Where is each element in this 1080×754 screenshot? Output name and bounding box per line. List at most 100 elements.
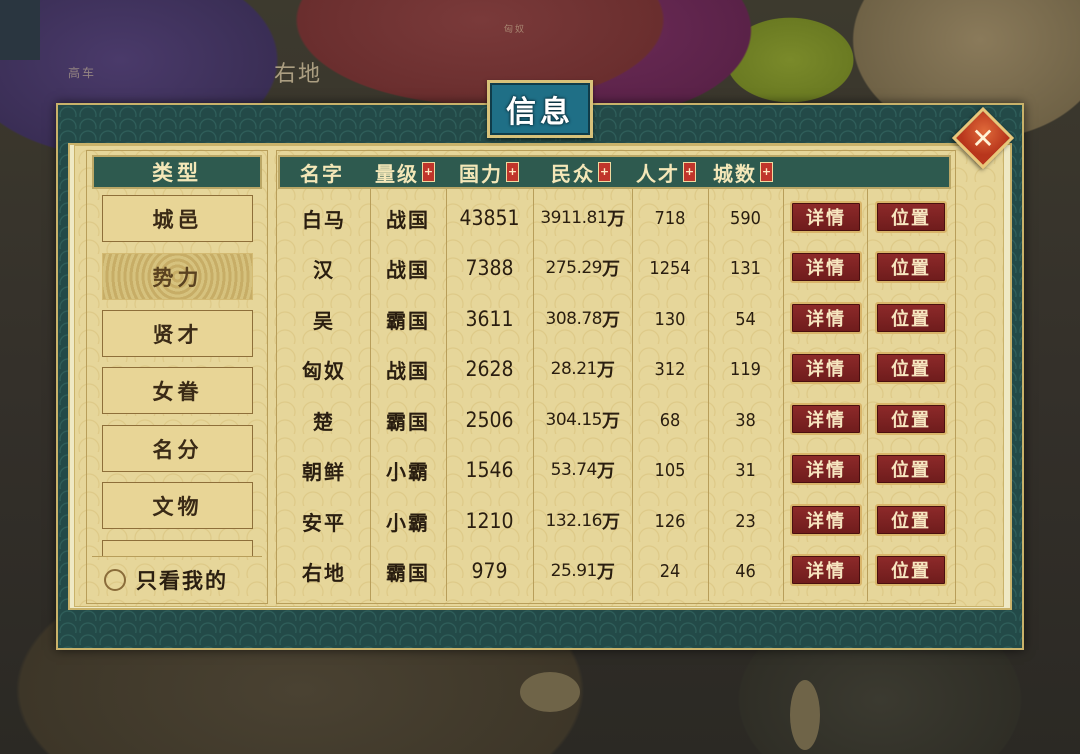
sidebar-item-label: 城邑 — [152, 206, 203, 232]
locate-button[interactable]: 位置 — [875, 251, 947, 283]
cell-tier: 战国 — [386, 207, 430, 232]
cell-cities: 23 — [735, 510, 756, 532]
cell-talent: 68 — [659, 409, 681, 431]
table-row: 汉 战国 7388 275.29 万 1254 131 详情 位置 — [278, 243, 951, 293]
sidebar-item[interactable]: 文物 — [102, 482, 253, 529]
column-header-label: 人才 — [636, 161, 680, 186]
sidebar-item[interactable]: 势力 — [102, 253, 253, 300]
table-row: 匈奴 战国 2628 28.21 万 312 119 详情 位置 — [278, 344, 951, 394]
column-header-label: 名字 — [300, 161, 344, 186]
locate-button[interactable]: 位置 — [875, 504, 947, 536]
only-mine-toggle[interactable]: 只看我的 — [92, 556, 262, 603]
sort-plus-icon[interactable]: + — [422, 162, 435, 182]
population-value: 3911.81 — [540, 208, 608, 228]
detail-button[interactable]: 详情 — [790, 251, 862, 283]
column-header: 民众 + — [551, 157, 611, 187]
sidebar-header: 类型 — [92, 155, 262, 189]
column-header: 名字 — [300, 157, 344, 187]
table-row: 白马 战国 43851 3911.81 万 718 590 详情 位置 — [278, 193, 951, 243]
cell-name: 白马 — [302, 207, 346, 232]
sidebar-item-label: 名分 — [152, 436, 203, 462]
sort-plus-icon[interactable]: + — [760, 162, 773, 182]
cell-cities: 38 — [735, 409, 756, 431]
sidebar-item-label: 女眷 — [152, 378, 203, 404]
table-header: 名字 量级 + 国力 + 民众 + 人才 + 城数 + — [278, 155, 951, 189]
radio-icon[interactable] — [104, 569, 126, 591]
locate-button[interactable]: 位置 — [875, 302, 947, 334]
sidebar-item[interactable]: 女眷 — [102, 367, 253, 414]
island — [790, 680, 820, 750]
detail-button[interactable]: 详情 — [790, 352, 862, 384]
cell-population: 3911.81 万 — [533, 193, 632, 243]
detail-button[interactable]: 详情 — [790, 554, 862, 586]
cell-cities: 131 — [730, 257, 761, 279]
cell-talent: 105 — [654, 459, 686, 481]
sort-plus-icon[interactable]: + — [598, 162, 611, 182]
cell-power: 979 — [471, 559, 508, 583]
locate-button[interactable]: 位置 — [875, 554, 947, 586]
table-row: 右地 霸国 979 25.91 万 24 46 详情 位置 — [278, 546, 951, 596]
detail-button[interactable]: 详情 — [790, 504, 862, 536]
locate-button[interactable]: 位置 — [875, 352, 947, 384]
table-row: 吴 霸国 3611 308.78 万 130 54 详情 位置 — [278, 294, 951, 344]
cell-cities: 119 — [730, 358, 761, 380]
sidebar-item[interactable]: 名分 — [102, 425, 253, 472]
cell-name: 吴 — [313, 308, 335, 333]
sidebar-item-partial[interactable] — [102, 540, 253, 556]
cell-name: 匈奴 — [302, 358, 346, 383]
detail-button[interactable]: 详情 — [790, 302, 862, 334]
sidebar-item[interactable]: 城邑 — [102, 195, 253, 242]
locate-button[interactable]: 位置 — [875, 201, 947, 233]
detail-button[interactable]: 详情 — [790, 403, 862, 435]
column-header-label: 国力 — [459, 161, 503, 186]
locate-button[interactable]: 位置 — [875, 403, 947, 435]
cell-name: 楚 — [313, 409, 335, 434]
cell-power: 1546 — [465, 458, 514, 482]
map-region-label: 匈奴 — [504, 25, 527, 35]
column-header-label: 城数 — [713, 161, 757, 186]
population-unit: 万 — [596, 461, 615, 482]
sort-plus-icon[interactable]: + — [683, 162, 696, 182]
population-unit: 万 — [601, 512, 620, 533]
cell-cities: 590 — [730, 207, 761, 229]
column-header: 人才 + — [636, 157, 696, 187]
cell-tier: 霸国 — [386, 560, 430, 585]
close-icon: ✕ — [971, 121, 995, 155]
map-region-label: 高车 — [68, 66, 97, 80]
column-header-label: 民众 — [551, 161, 595, 186]
map-region-label: 右地 — [274, 62, 323, 87]
sort-plus-icon[interactable]: + — [506, 162, 519, 182]
cell-power: 7388 — [465, 256, 514, 280]
dialog-title-plate: 信息 — [487, 80, 593, 138]
cell-cities: 46 — [735, 560, 756, 582]
detail-button[interactable]: 详情 — [790, 201, 862, 233]
cell-population: 304.15 万 — [533, 395, 632, 445]
sidebar-item-label: 势力 — [152, 264, 203, 290]
cell-power: 3611 — [465, 307, 514, 331]
locate-button[interactable]: 位置 — [875, 453, 947, 485]
cell-talent: 130 — [654, 308, 686, 330]
cell-tier: 战国 — [386, 358, 430, 383]
island — [520, 672, 580, 712]
detail-button[interactable]: 详情 — [790, 453, 862, 485]
population-value: 308.78 — [545, 309, 603, 329]
cell-name: 汉 — [313, 257, 335, 282]
table-row: 安平 小霸 1210 132.16 万 126 23 详情 位置 — [278, 496, 951, 546]
sidebar-item[interactable]: 贤才 — [102, 310, 253, 357]
cell-population: 53.74 万 — [533, 445, 632, 495]
column-header: 国力 + — [459, 157, 519, 187]
cell-tier: 霸国 — [386, 409, 430, 434]
cell-population: 28.21 万 — [533, 344, 632, 394]
column-header: 量级 + — [375, 157, 435, 187]
population-unit: 万 — [607, 209, 625, 230]
cell-power: 2628 — [465, 357, 514, 381]
cell-talent: 24 — [659, 560, 681, 582]
cell-talent: 126 — [654, 510, 686, 532]
population-unit: 万 — [596, 562, 615, 583]
population-value: 275.29 — [545, 258, 603, 278]
dialog-title: 信息 — [506, 95, 574, 130]
cell-population: 132.16 万 — [533, 496, 632, 546]
cell-tier: 霸国 — [386, 308, 430, 333]
sea-region — [0, 0, 40, 60]
population-value: 28.21 — [550, 359, 598, 379]
